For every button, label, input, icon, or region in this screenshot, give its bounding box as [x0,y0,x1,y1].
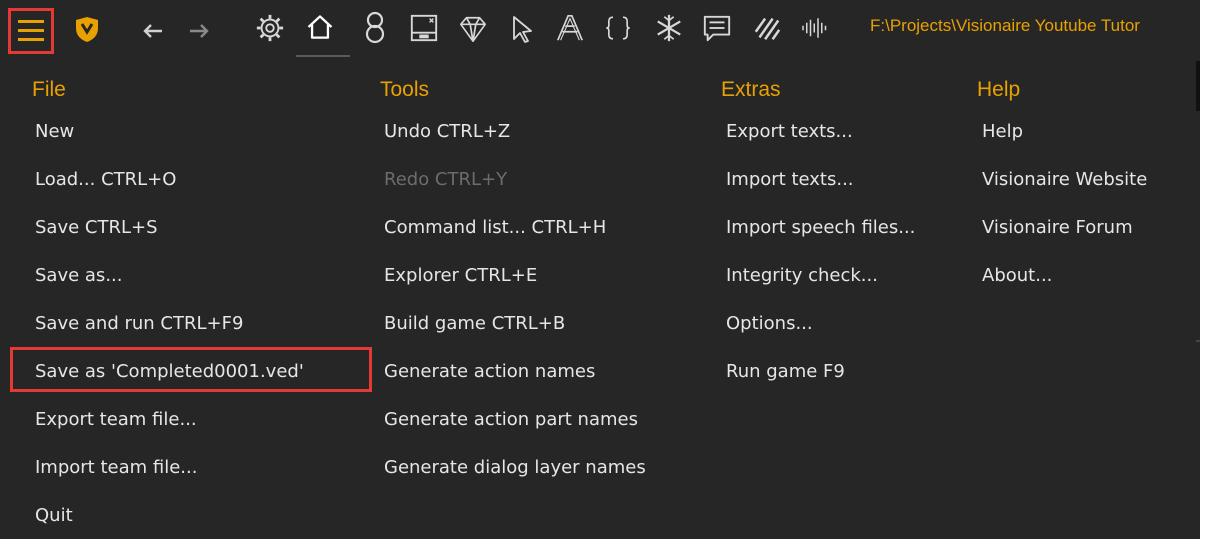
menu-item-options[interactable]: Options... [721,309,813,339]
menu-item-command-list[interactable]: Command list... CTRL+H [379,213,606,243]
menu-item-generate-dialog-layer-names[interactable]: Generate dialog layer names [379,453,646,483]
font-icon[interactable] [555,13,585,43]
character-icon[interactable] [360,11,390,44]
menu-item-generate-action-part-names[interactable]: Generate action part names [379,405,638,435]
visionaire-logo-icon[interactable] [72,14,102,44]
tools-menu-header: Tools [380,78,430,101]
menu-item-undo[interactable]: Undo CTRL+Z [379,117,510,147]
window-icon[interactable] [409,13,439,43]
menu-item-explorer[interactable]: Explorer CTRL+E [379,261,537,291]
snowflake-icon[interactable] [654,13,684,43]
menu-button-highlight [8,8,54,54]
menu-item-run-game[interactable]: Run game F9 [721,357,845,387]
help-menu-header: Help [977,78,1021,101]
menu-item-help[interactable]: Help [977,117,1023,147]
active-tab-indicator [296,55,350,57]
extras-menu-header: Extras [721,78,781,101]
scrollbar-track [1196,61,1200,111]
gear-icon[interactable] [255,13,285,43]
waveform-icon[interactable] [800,13,830,43]
project-path: F:\Projects\Visionaire Youtube Tutor [870,16,1140,35]
menu-item-quit[interactable]: Quit [30,501,73,531]
file-menu-header: File [32,78,66,101]
menu-item-import-speech-files[interactable]: Import speech files... [721,213,915,243]
menu-item-import-texts[interactable]: Import texts... [721,165,854,195]
app-window: F:\Projects\Visionaire Youtube Tutor Fil… [0,0,1206,539]
menu-item-redo: Redo CTRL+Y [384,169,508,190]
cursor-icon[interactable] [508,14,538,44]
window-edge [1200,0,1206,539]
menu-item-export-texts[interactable]: Export texts... [721,117,853,147]
forward-arrow-icon[interactable] [184,16,214,46]
toolbar: F:\Projects\Visionaire Youtube Tutor [0,0,1200,61]
menu-item-about[interactable]: About... [977,261,1052,291]
menu-item-import-team-file[interactable]: Import team file... [30,453,197,483]
home-icon[interactable] [305,12,335,42]
save-as-completed-highlight [10,347,372,392]
menu-item-save-as[interactable]: Save as... [30,261,122,291]
menu-item-save[interactable]: Save CTRL+S [30,213,158,243]
menu-item-new[interactable]: New [30,117,74,147]
stripes-icon[interactable] [752,13,782,43]
menu-item-export-team-file[interactable]: Export team file... [30,405,197,435]
divider [1196,340,1200,342]
menu-item-build-game[interactable]: Build game CTRL+B [379,309,565,339]
menu-item-visionaire-forum[interactable]: Visionaire Forum [977,213,1133,243]
diamond-icon[interactable] [458,14,488,44]
braces-icon[interactable] [603,13,633,43]
menu-item-generate-action-names[interactable]: Generate action names [379,357,595,387]
menu-item-integrity-check[interactable]: Integrity check... [721,261,878,291]
back-arrow-icon[interactable] [138,16,168,46]
menu-item-save-and-run[interactable]: Save and run CTRL+F9 [30,309,243,339]
comment-icon[interactable] [702,13,732,43]
menu-item-load[interactable]: Load... CTRL+O [30,165,176,195]
main-menu-panel: File New Load... CTRL+O Save CTRL+S Save… [0,61,1200,539]
menu-item-visionaire-website[interactable]: Visionaire Website [977,165,1147,195]
